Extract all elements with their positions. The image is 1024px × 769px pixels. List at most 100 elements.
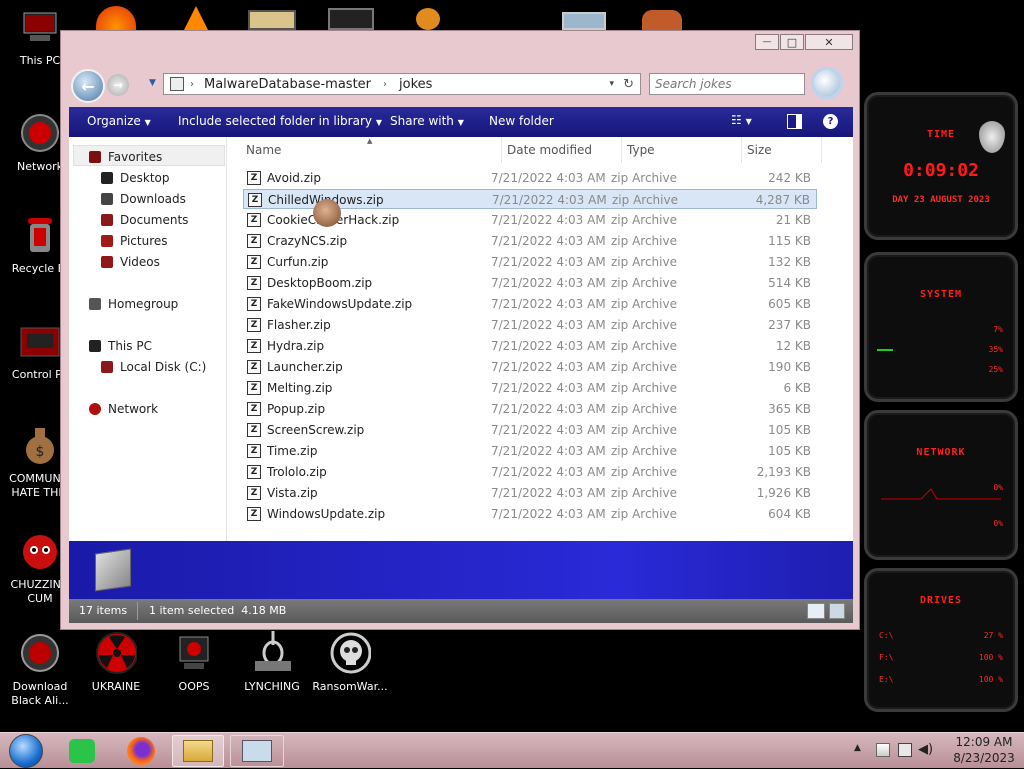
organize-button[interactable]: Organize ▼ bbox=[87, 114, 151, 128]
taskbar-app-notes[interactable] bbox=[66, 735, 98, 767]
desktop-icon-lynching[interactable]: LYNCHING bbox=[232, 631, 312, 694]
address-dropdown-icon[interactable]: ▾ bbox=[609, 79, 614, 89]
share-with-button[interactable]: Share with ▼ bbox=[390, 114, 464, 128]
cpu-value: 7% bbox=[993, 325, 1003, 334]
file-row[interactable]: Z Avoid.zip 7/21/2022 4:03 AM zip Archive 24… bbox=[243, 168, 817, 188]
column-divider[interactable] bbox=[621, 137, 622, 163]
nav-favorites[interactable]: Favorites bbox=[89, 150, 162, 164]
nav-label: Homegroup bbox=[108, 297, 179, 311]
network-tray-icon[interactable] bbox=[898, 743, 912, 757]
start-orb-icon bbox=[9, 734, 43, 768]
file-name: Popup.zip bbox=[267, 402, 326, 416]
breadcrumb-item[interactable]: MalwareDatabase-master bbox=[204, 77, 371, 92]
close-button[interactable]: ✕ bbox=[805, 34, 853, 50]
nav-videos[interactable]: Videos bbox=[101, 255, 160, 269]
preview-pane-icon[interactable] bbox=[787, 114, 802, 129]
alien-head-icon[interactable] bbox=[979, 121, 1005, 153]
volume-icon[interactable]: ◀) bbox=[918, 742, 933, 757]
firefox-desktop-icon[interactable] bbox=[96, 6, 136, 32]
nav-desktop[interactable]: Desktop bbox=[101, 171, 170, 185]
desktop-icon-download-black-alien[interactable]: Download Black Ali... bbox=[0, 632, 80, 708]
file-date: 7/21/2022 4:03 AM bbox=[491, 255, 606, 269]
file-row[interactable]: Z Popup.zip 7/21/2022 4:03 AM zip Archive 36… bbox=[243, 399, 817, 419]
column-header-size[interactable]: Size bbox=[747, 143, 772, 157]
help-icon[interactable]: ? bbox=[823, 114, 838, 129]
large-icons-view-icon[interactable] bbox=[829, 603, 845, 619]
new-folder-button[interactable]: New folder bbox=[489, 114, 554, 128]
column-header-type[interactable]: Type bbox=[627, 143, 655, 157]
file-list: ▲ Name Date modified Type Size Z Avoid.zi… bbox=[227, 137, 853, 541]
orb-icon[interactable] bbox=[416, 8, 440, 30]
file-row[interactable]: Z Melting.zip 7/21/2022 4:03 AM zip Archive… bbox=[243, 378, 817, 398]
taskbar-app-firefox[interactable] bbox=[124, 735, 158, 767]
file-row[interactable]: Z FakeWindowsUpdate.zip 7/21/2022 4:03 AM z… bbox=[243, 294, 817, 314]
file-row[interactable]: Z ScreenScrew.zip 7/21/2022 4:03 AM zip Arc… bbox=[243, 420, 817, 440]
maximize-button[interactable]: □ bbox=[780, 34, 804, 50]
file-row[interactable]: Z Trololo.zip 7/21/2022 4:03 AM zip Archive… bbox=[243, 462, 817, 482]
breadcrumb-item[interactable]: jokes bbox=[399, 77, 432, 92]
desktop-icon-ransomware[interactable]: RansomWar... bbox=[310, 632, 390, 694]
clock-date[interactable]: 8/23/2023 bbox=[952, 751, 1016, 765]
app-icon[interactable] bbox=[248, 10, 296, 30]
explorer-window: — □ ✕ ← → ▼ › MalwareDatabase-master › j… bbox=[60, 30, 860, 630]
column-divider[interactable] bbox=[821, 137, 822, 163]
column-header-name[interactable]: Name bbox=[246, 143, 281, 157]
network-down-value: 0% bbox=[993, 519, 1003, 528]
action-center-icon[interactable] bbox=[876, 743, 890, 757]
file-row[interactable]: Z Hydra.zip 7/21/2022 4:03 AM zip Archive 12… bbox=[243, 336, 817, 356]
details-view-icon[interactable] bbox=[807, 603, 825, 619]
desktop-icon-ukraine[interactable]: UKRAINE bbox=[76, 632, 156, 694]
address-bar[interactable]: › MalwareDatabase-master › jokes ▾ ↻ bbox=[163, 73, 641, 95]
show-hidden-icons-button[interactable]: ▲ bbox=[854, 743, 861, 753]
back-button[interactable]: ← bbox=[71, 69, 105, 103]
taskbar-app-monitor[interactable] bbox=[230, 735, 284, 767]
drive-letter: E:\ bbox=[879, 675, 894, 684]
app-icon[interactable] bbox=[562, 12, 606, 30]
column-divider[interactable] bbox=[501, 137, 502, 163]
file-row[interactable]: Z Time.zip 7/21/2022 4:03 AM zip Archive 105… bbox=[243, 441, 817, 461]
nav-documents[interactable]: Documents bbox=[101, 213, 188, 227]
nav-network[interactable]: Network bbox=[89, 402, 158, 416]
file-row[interactable]: Z Flasher.zip 7/21/2022 4:03 AM zip Archive… bbox=[243, 315, 817, 335]
minimize-button[interactable]: — bbox=[755, 34, 779, 50]
nav-downloads[interactable]: Downloads bbox=[101, 192, 186, 206]
breadcrumb-separator: › bbox=[190, 78, 194, 90]
nav-homegroup[interactable]: Homegroup bbox=[89, 297, 178, 311]
nav-local-disk[interactable]: Local Disk (C:) bbox=[101, 360, 206, 374]
clock-time[interactable]: 12:09 AM bbox=[952, 735, 1016, 749]
start-button[interactable] bbox=[6, 733, 46, 769]
desktop-icon-oops[interactable]: OOPS bbox=[154, 632, 234, 694]
file-row[interactable]: Z Curfun.zip 7/21/2022 4:03 AM zip Archive 1… bbox=[243, 252, 817, 272]
column-divider[interactable] bbox=[741, 137, 742, 163]
title-bar[interactable]: — □ ✕ bbox=[61, 31, 859, 61]
view-options-icon[interactable]: ☷ ▼ bbox=[731, 113, 752, 127]
chuzzle-icon bbox=[19, 530, 61, 572]
system-title: SYSTEM bbox=[919, 289, 963, 300]
include-in-library-button[interactable]: Include selected folder in library ▼ bbox=[178, 114, 382, 128]
column-header-date[interactable]: Date modified bbox=[507, 143, 592, 157]
desktop-icon-label: Download Black Ali... bbox=[11, 680, 69, 707]
refresh-icon[interactable]: ↻ bbox=[623, 77, 634, 92]
firefox-icon bbox=[127, 737, 155, 765]
file-row[interactable]: Z DesktopBoom.zip 7/21/2022 4:03 AM zip Arc… bbox=[243, 273, 817, 293]
file-name: Curfun.zip bbox=[267, 255, 329, 269]
nav-pictures[interactable]: Pictures bbox=[101, 234, 168, 248]
drag-cursor-avatar bbox=[313, 199, 341, 227]
time-panel: TIME 0:09:02 DAY 23 AUGUST 2023 bbox=[864, 92, 1018, 240]
search-icon[interactable] bbox=[811, 67, 843, 99]
nav-this-pc[interactable]: This PC bbox=[89, 339, 152, 353]
file-size: 514 KB bbox=[768, 276, 811, 290]
search-input[interactable]: Search jokes bbox=[649, 73, 805, 95]
selection-info: 1 item selected 4.18 MB bbox=[149, 604, 287, 617]
counter-strike-icon[interactable] bbox=[642, 10, 682, 30]
file-row[interactable]: Z Launcher.zip 7/21/2022 4:03 AM zip Archiv… bbox=[243, 357, 817, 377]
taskbar-app-explorer[interactable] bbox=[172, 735, 224, 767]
recent-locations-icon[interactable]: ▼ bbox=[149, 78, 156, 88]
app-icon[interactable] bbox=[328, 8, 374, 30]
include-label: Include selected folder in library bbox=[178, 114, 372, 128]
file-row[interactable]: Z CrazyNCS.zip 7/21/2022 4:03 AM zip Archiv… bbox=[243, 231, 817, 251]
file-row[interactable]: Z WindowsUpdate.zip 7/21/2022 4:03 AM zip A… bbox=[243, 504, 817, 524]
file-row[interactable]: Z Vista.zip 7/21/2022 4:03 AM zip Archive 1,… bbox=[243, 483, 817, 503]
vlc-icon[interactable] bbox=[184, 6, 208, 30]
forward-button[interactable]: → bbox=[107, 74, 129, 96]
